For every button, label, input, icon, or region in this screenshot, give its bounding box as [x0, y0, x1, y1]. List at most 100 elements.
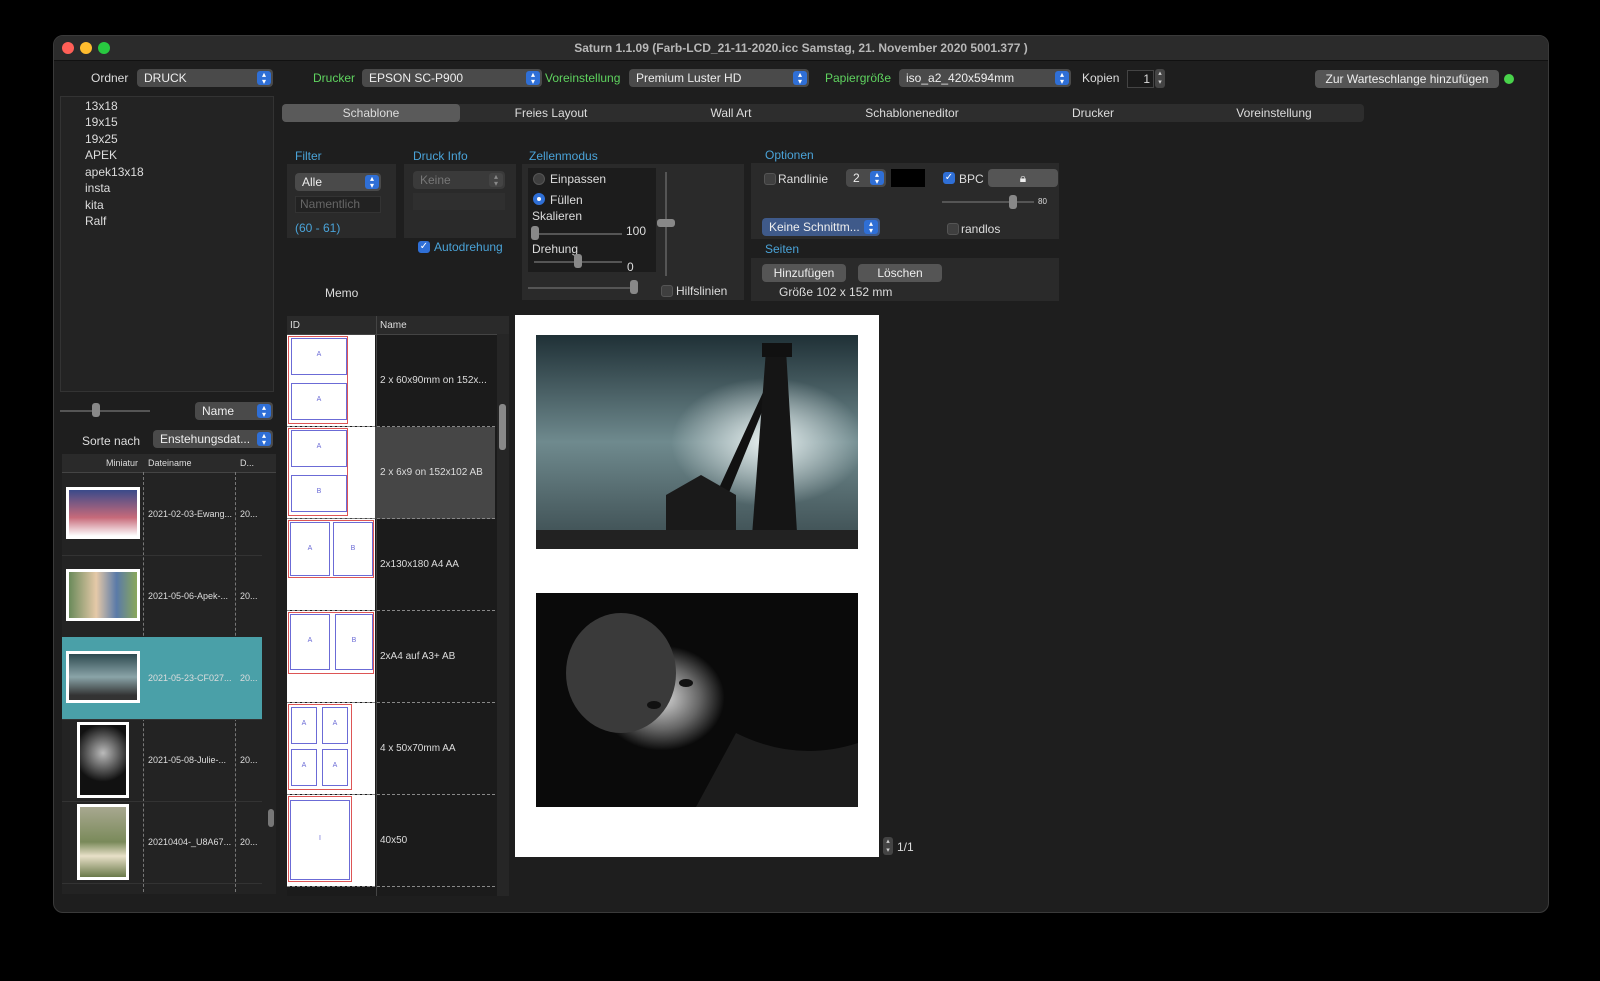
template-row[interactable]: A A 2 x 60x90mm on 152x... [287, 335, 495, 427]
options-slider-value: 80 [1038, 197, 1047, 206]
schnittmarken-select[interactable]: Keine Schnittm... ▴ ▾ [762, 218, 880, 236]
cell-box: A [291, 707, 317, 744]
updown-icon: ▴ ▾ [365, 175, 379, 190]
randlinie-checkbox[interactable] [764, 173, 776, 185]
template-name: 2x130x180 A4 AA [380, 559, 459, 570]
folder-item[interactable]: 19x15 [85, 115, 118, 129]
autodrehung-checkbox[interactable]: ✓ [418, 241, 430, 253]
file-row-selected[interactable]: 2021-05-23-CF027... 20... [62, 637, 262, 720]
tab-freies-layout[interactable]: Freies Layout [462, 104, 640, 122]
file-row[interactable]: 2021-05-06-Apek-... 20... [62, 555, 262, 638]
drucker-select[interactable]: EPSON SC-P900 ▴ ▾ [362, 69, 542, 87]
template-row[interactable]: A B 2x130x180 A4 AA [287, 519, 495, 611]
options-slider[interactable] [942, 201, 1034, 203]
folder-list: 13x18 19x15 19x25 APEK apek13x18 insta k… [60, 96, 274, 392]
file-thumbnail [66, 487, 140, 539]
skalieren-knob[interactable] [531, 226, 539, 240]
cell-box: A [291, 430, 347, 467]
preview-photo-a[interactable] [536, 335, 858, 549]
template-row[interactable]: I 40x50 [287, 795, 495, 887]
options-slider-knob[interactable] [1009, 195, 1017, 209]
file-date: 20... [240, 509, 258, 519]
template-thumbnail: I [287, 795, 375, 886]
drehung-knob[interactable] [574, 254, 582, 268]
cell-box: B [333, 522, 373, 576]
einpassen-radio[interactable] [533, 173, 545, 185]
lock-button[interactable]: 🔒︎ [988, 169, 1058, 187]
folder-item[interactable]: insta [85, 181, 110, 195]
fuellen-radio[interactable] [533, 193, 545, 205]
folder-item[interactable]: kita [85, 198, 104, 212]
file-thumbnail [66, 569, 140, 621]
cell-box: A [291, 338, 347, 375]
druckinfo-select[interactable]: Keine ▴ ▾ [413, 171, 505, 189]
title-bar: Saturn 1.1.09 (Farb-LCD_21-11-2020.icc S… [54, 36, 1548, 61]
template-name: 2 x 60x90mm on 152x... [380, 375, 487, 386]
sort-field-select[interactable]: Name ▴ ▾ [195, 402, 273, 420]
file-name: 2021-05-08-Julie-... [148, 755, 227, 765]
kopien-field[interactable]: 1 [1127, 70, 1154, 88]
col-name[interactable]: Name [380, 320, 407, 331]
preview-photo-b[interactable] [536, 593, 858, 807]
papier-select[interactable]: iso_a2_420x594mm ▴ ▾ [899, 69, 1071, 87]
file-row[interactable]: 20210404-_U8A67... 20... [62, 801, 262, 884]
tab-wall-art[interactable]: Wall Art [642, 104, 820, 122]
filter-name-field[interactable]: Namentlich [295, 196, 381, 213]
ordner-select[interactable]: DRUCK ▴ ▾ [137, 69, 273, 87]
file-name: 2021-05-23-CF027... [148, 673, 232, 683]
drucker-label: Drucker [313, 71, 356, 85]
queue-button[interactable]: Zur Warteschlange hinzufügen [1315, 70, 1499, 88]
template-row[interactable]: A A A A 4 x 50x70mm AA [287, 703, 495, 795]
updown-icon: ▴ ▾ [870, 171, 884, 186]
tab-schabloneneditor[interactable]: Schabloneneditor [822, 104, 1002, 122]
druckinfo-field[interactable] [413, 193, 505, 210]
druckinfo-value: Keine [420, 173, 451, 187]
folder-item[interactable]: apek13x18 [85, 165, 144, 179]
vertical-slider-knob[interactable] [657, 219, 675, 227]
file-list-header: Miniatur Dateiname D... [62, 454, 276, 473]
sort-order-select[interactable]: Enstehungsdat... ▴ ▾ [153, 430, 273, 448]
col-dateiname[interactable]: Dateiname [148, 458, 192, 468]
optionen-label: Optionen [765, 148, 814, 162]
template-scrollbar[interactable] [499, 404, 506, 450]
col-miniatur[interactable]: Miniatur [106, 458, 138, 468]
tab-schablone[interactable]: Schablone [282, 104, 460, 122]
col-d[interactable]: D... [240, 458, 254, 468]
folder-item[interactable]: 19x25 [85, 132, 118, 146]
tab-drucker[interactable]: Drucker [1004, 104, 1182, 122]
file-row[interactable]: 2021-02-03-Ewang... 20... [62, 473, 262, 556]
updown-icon: ▴ ▾ [257, 432, 271, 447]
hilfslinien-checkbox[interactable] [661, 285, 673, 297]
folder-item[interactable]: 13x18 [85, 99, 118, 113]
voreinstellung-label: Voreinstellung [545, 71, 621, 85]
ordner-label: Ordner [91, 71, 129, 85]
skalieren-slider[interactable] [534, 233, 622, 235]
folder-item[interactable]: APEK [85, 148, 117, 162]
page-stepper[interactable]: ▴ ▾ [883, 837, 893, 855]
add-page-button[interactable]: Hinzufügen [762, 264, 846, 282]
randlinie-color-well[interactable] [891, 169, 925, 187]
col-id[interactable]: ID [290, 320, 300, 331]
file-list-scrollbar[interactable] [268, 809, 274, 827]
cell-box: A [291, 749, 317, 786]
extra-slider[interactable] [528, 287, 636, 289]
thumb-size-slider[interactable] [60, 410, 150, 412]
bpc-checkbox[interactable]: ✓ [943, 172, 955, 184]
filter-select[interactable]: Alle ▴ ▾ [295, 173, 381, 191]
print-preview-page[interactable] [515, 315, 879, 857]
voreinstellung-select[interactable]: Premium Luster HD ▴ ▾ [629, 69, 809, 87]
extra-slider-knob[interactable] [630, 280, 638, 294]
papier-value: iso_a2_420x594mm [906, 71, 1015, 85]
file-row[interactable]: 2021-05-08-Julie-... 20... [62, 719, 262, 802]
thumb-size-knob[interactable] [92, 403, 100, 417]
delete-page-button[interactable]: Löschen [858, 264, 942, 282]
kopien-stepper[interactable]: ▴ ▾ [1155, 69, 1165, 88]
tab-voreinstellung[interactable]: Voreinstellung [1184, 104, 1364, 122]
randlinie-width-select[interactable]: 2 ▴ ▾ [846, 169, 886, 187]
template-name: 4 x 50x70mm AA [380, 743, 456, 754]
template-row-selected[interactable]: A B 2 x 6x9 on 152x102 AB [287, 427, 495, 519]
file-list: Miniatur Dateiname D... 2021-02-03-Ewang… [62, 454, 276, 894]
randlos-checkbox[interactable] [947, 223, 959, 235]
folder-item[interactable]: Ralf [85, 214, 106, 228]
template-row[interactable]: A B 2xA4 auf A3+ AB [287, 611, 495, 703]
